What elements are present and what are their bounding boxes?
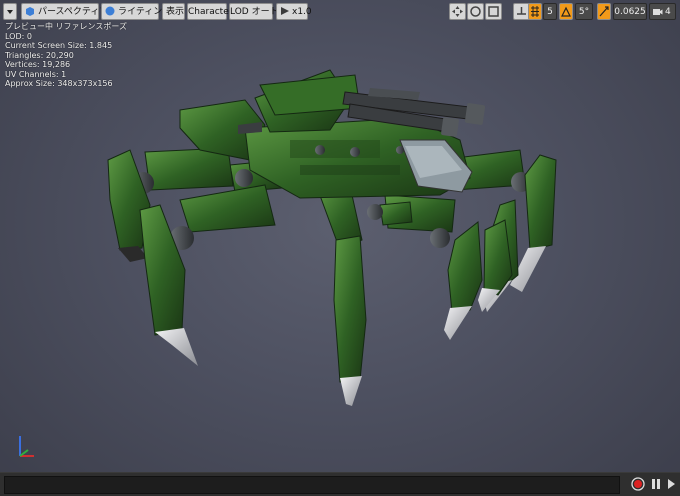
pause-icon: [652, 479, 660, 489]
viewport-stats: プレビュー中 リファレンスポーズ LOD: 0 Current Screen S…: [5, 22, 127, 89]
playback-speed-button[interactable]: x1.0: [276, 3, 312, 20]
playback-bar: [0, 472, 680, 496]
translate-tool-button[interactable]: [449, 3, 466, 20]
rotation-snap-icon: [561, 6, 571, 17]
grid-snap-value[interactable]: 5: [543, 3, 557, 20]
axis-gizmo: [19, 436, 34, 457]
rotate-icon: [470, 6, 481, 17]
show-button[interactable]: 表示: [162, 3, 185, 20]
scale-snap-button[interactable]: [597, 3, 611, 20]
speed-label: x1.0: [292, 7, 312, 17]
preview-mode-text: プレビュー中 リファレンスポーズ: [5, 22, 127, 31]
loop-button[interactable]: [663, 476, 679, 492]
play-icon: [281, 7, 289, 15]
vertices-text: Vertices: 19,286: [5, 60, 71, 69]
viewport[interactable]: パースペクティブ ライティング 表示 Character LOD オート x1.…: [0, 0, 680, 495]
camera-icon: [653, 9, 663, 15]
center-front-leg: [317, 185, 367, 406]
character-label: Character: [188, 7, 233, 17]
grid-snap-button[interactable]: [528, 3, 542, 20]
camera-speed-button[interactable]: 4: [649, 3, 676, 20]
lod-label: LOD オート: [230, 7, 279, 17]
timeline-scrubber[interactable]: [4, 476, 620, 494]
perspective-cube-icon: [26, 7, 34, 16]
translate-icon: [452, 6, 463, 17]
rotation-snap-value-text: 5°: [578, 7, 590, 17]
rotation-snap-button[interactable]: [559, 3, 573, 20]
grid-snap-icon: [531, 6, 539, 17]
pause-button[interactable]: [648, 476, 664, 492]
record-button[interactable]: [630, 476, 646, 492]
uv-channels-text: UV Channels: 1: [5, 69, 67, 79]
triangles-text: Triangles: 20,290: [5, 50, 74, 60]
play-icon: [668, 479, 675, 489]
lighting-button[interactable]: ライティング: [101, 3, 171, 20]
surface-snap-icon: [517, 7, 526, 15]
right-front-leg: [367, 194, 513, 340]
screen-size-text: Current Screen Size: 1.845: [5, 41, 113, 50]
record-icon: [631, 477, 645, 491]
scale-snap-icon: [599, 6, 609, 17]
scale-snap-value[interactable]: 0.0625: [613, 3, 647, 20]
approx-size-text: Approx Size: 348x373x156: [5, 79, 113, 88]
perspective-label: パースペクティブ: [38, 7, 109, 17]
camera-speed-value: 4: [665, 7, 671, 17]
lod-button[interactable]: LOD オート: [229, 3, 279, 20]
show-label: 表示: [166, 7, 185, 17]
lod-text: LOD: 0: [5, 31, 32, 41]
viewport-toolbar: パースペクティブ ライティング 表示 Character LOD オート x1.…: [3, 3, 677, 22]
rotate-tool-button[interactable]: [467, 3, 484, 20]
scale-tool-button[interactable]: [485, 3, 502, 20]
lighting-sphere-icon: [105, 6, 115, 16]
perspective-button[interactable]: パースペクティブ: [21, 3, 108, 20]
scale-snap-value-text: 0.0625: [614, 7, 646, 17]
character-button[interactable]: Character: [187, 3, 232, 20]
grid-snap-value-text: 5: [547, 7, 553, 17]
scale-icon: [488, 6, 499, 17]
viewport-menu-button[interactable]: [3, 3, 17, 20]
menu-triangle-icon: [7, 10, 13, 14]
rotation-snap-value[interactable]: 5°: [575, 3, 593, 20]
